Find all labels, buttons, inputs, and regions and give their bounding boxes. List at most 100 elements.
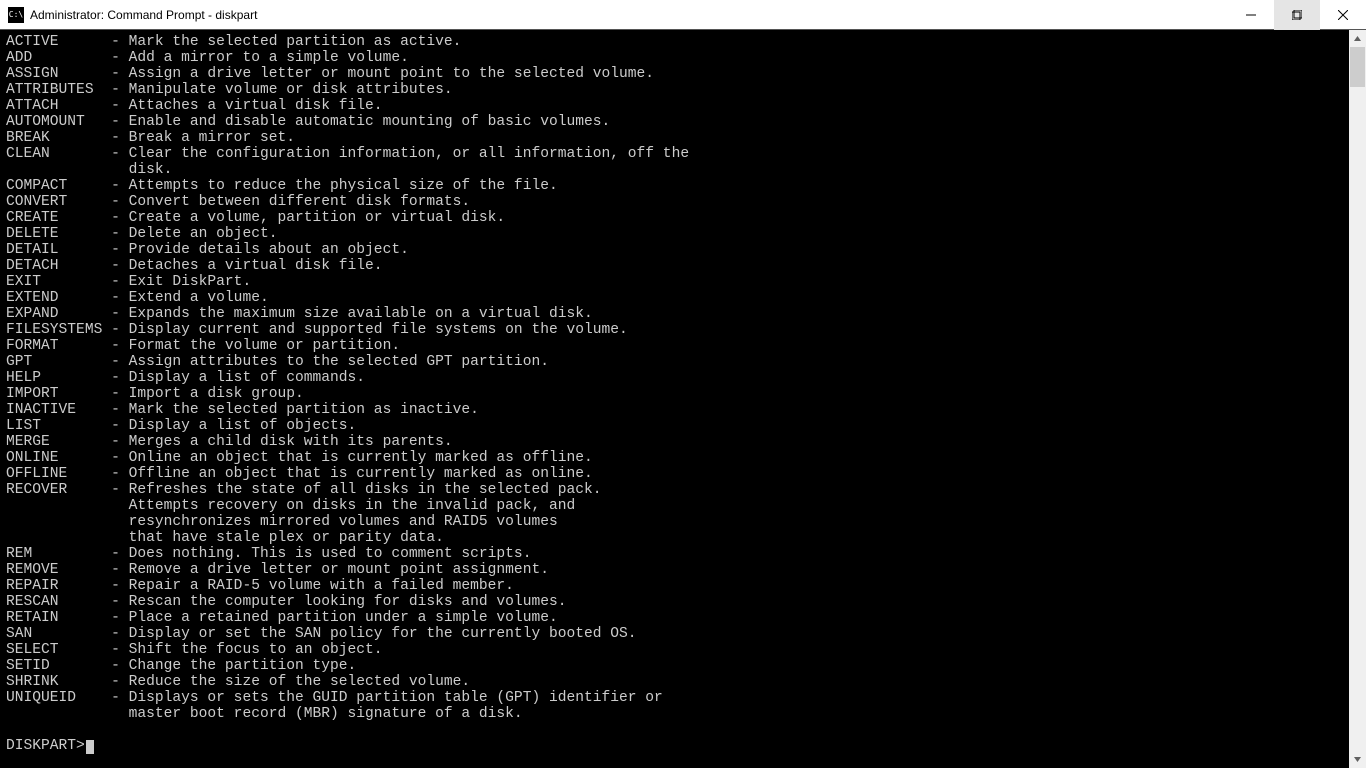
command-description: Repair a RAID-5 volume with a failed mem…: [129, 578, 514, 594]
command-name: RETAIN: [6, 610, 111, 626]
command-separator: -: [111, 210, 129, 226]
client-area: ACTIVE- Mark the selected partition as a…: [0, 30, 1366, 768]
command-row: ADD- Add a mirror to a simple volume.: [6, 50, 1349, 66]
command-separator: -: [111, 322, 129, 338]
command-name: FILESYSTEMS: [6, 322, 111, 338]
command-row: REM- Does nothing. This is used to comme…: [6, 546, 1349, 562]
command-name: SHRINK: [6, 674, 111, 690]
command-row: RETAIN- Place a retained partition under…: [6, 610, 1349, 626]
command-row: SETID- Change the partition type.: [6, 658, 1349, 674]
command-separator: -: [111, 274, 129, 290]
command-description: Display a list of commands.: [129, 370, 365, 386]
command-description: Enable and disable automatic mounting of…: [129, 114, 611, 130]
command-row: EXIT- Exit DiskPart.: [6, 274, 1349, 290]
prompt-line[interactable]: DISKPART>: [6, 738, 1349, 754]
command-name: REPAIR: [6, 578, 111, 594]
command-row: RECOVER- Refreshes the state of all disk…: [6, 482, 1349, 498]
command-row: EXTEND- Extend a volume.: [6, 290, 1349, 306]
command-row: UNIQUEID- Displays or sets the GUID part…: [6, 690, 1349, 706]
command-description: Detaches a virtual disk file.: [129, 258, 383, 274]
command-description: Remove a drive letter or mount point ass…: [129, 562, 549, 578]
command-separator: -: [111, 258, 129, 274]
command-name: AUTOMOUNT: [6, 114, 111, 130]
command-description: Delete an object.: [129, 226, 278, 242]
command-row: SHRINK- Reduce the size of the selected …: [6, 674, 1349, 690]
command-name: RESCAN: [6, 594, 111, 610]
scroll-track[interactable]: [1349, 47, 1366, 751]
command-separator: -: [111, 114, 129, 130]
command-name: LIST: [6, 418, 111, 434]
command-row: FORMAT- Format the volume or partition.: [6, 338, 1349, 354]
command-separator: -: [111, 610, 129, 626]
command-row: REMOVE- Remove a drive letter or mount p…: [6, 562, 1349, 578]
command-description: Clear the configuration information, or …: [129, 146, 690, 162]
command-name: CREATE: [6, 210, 111, 226]
titlebar[interactable]: C:\ Administrator: Command Prompt - disk…: [0, 0, 1366, 30]
command-description: Refreshes the state of all disks in the …: [129, 482, 602, 498]
command-separator: -: [111, 306, 129, 322]
cmd-icon: C:\: [8, 7, 24, 23]
command-separator: -: [111, 50, 129, 66]
command-name: COMPACT: [6, 178, 111, 194]
command-separator: -: [111, 658, 129, 674]
scroll-down-button[interactable]: [1349, 751, 1366, 768]
command-name: SELECT: [6, 642, 111, 658]
vertical-scrollbar[interactable]: [1349, 30, 1366, 768]
close-button[interactable]: [1320, 0, 1366, 30]
terminal-output[interactable]: ACTIVE- Mark the selected partition as a…: [0, 30, 1349, 768]
command-description-cont: that have stale plex or parity data.: [6, 530, 1349, 546]
scroll-thumb[interactable]: [1350, 47, 1365, 87]
command-description-cont: Attempts recovery on disks in the invali…: [6, 498, 1349, 514]
command-description: Break a mirror set.: [129, 130, 295, 146]
command-separator: -: [111, 434, 129, 450]
command-row: SELECT- Shift the focus to an object.: [6, 642, 1349, 658]
command-name: CONVERT: [6, 194, 111, 210]
command-row: LIST- Display a list of objects.: [6, 418, 1349, 434]
command-separator: -: [111, 194, 129, 210]
maximize-button[interactable]: [1274, 0, 1320, 30]
command-name: OFFLINE: [6, 466, 111, 482]
command-separator: -: [111, 130, 129, 146]
command-separator: -: [111, 354, 129, 370]
command-description: Online an object that is currently marke…: [129, 450, 593, 466]
command-separator: -: [111, 370, 129, 386]
command-description: Display or set the SAN policy for the cu…: [129, 626, 637, 642]
command-separator: -: [111, 594, 129, 610]
command-row: RESCAN- Rescan the computer looking for …: [6, 594, 1349, 610]
command-name: ATTRIBUTES: [6, 82, 111, 98]
command-description: Place a retained partition under a simpl…: [129, 610, 558, 626]
command-row: ATTRIBUTES- Manipulate volume or disk at…: [6, 82, 1349, 98]
command-row: AUTOMOUNT- Enable and disable automatic …: [6, 114, 1349, 130]
command-separator: -: [111, 66, 129, 82]
command-row: ONLINE- Online an object that is current…: [6, 450, 1349, 466]
command-description: Assign attributes to the selected GPT pa…: [129, 354, 549, 370]
command-row: SAN- Display or set the SAN policy for t…: [6, 626, 1349, 642]
minimize-button[interactable]: [1228, 0, 1274, 30]
command-description: Reduce the size of the selected volume.: [129, 674, 471, 690]
scroll-up-button[interactable]: [1349, 30, 1366, 47]
command-row: FILESYSTEMS- Display current and support…: [6, 322, 1349, 338]
command-name: DETAIL: [6, 242, 111, 258]
command-description: Displays or sets the GUID partition tabl…: [129, 690, 663, 706]
command-description: Format the volume or partition.: [129, 338, 401, 354]
command-name: FORMAT: [6, 338, 111, 354]
command-name: DELETE: [6, 226, 111, 242]
command-row: CONVERT- Convert between different disk …: [6, 194, 1349, 210]
command-separator: -: [111, 146, 129, 162]
command-separator: -: [111, 226, 129, 242]
window: C:\ Administrator: Command Prompt - disk…: [0, 0, 1366, 768]
command-separator: -: [111, 562, 129, 578]
command-separator: -: [111, 674, 129, 690]
command-name: INACTIVE: [6, 402, 111, 418]
command-name: SAN: [6, 626, 111, 642]
command-separator: -: [111, 402, 129, 418]
command-description-cont: resynchronizes mirrored volumes and RAID…: [6, 514, 1349, 530]
command-row: MERGE- Merges a child disk with its pare…: [6, 434, 1349, 450]
command-row: IMPORT- Import a disk group.: [6, 386, 1349, 402]
command-row: COMPACT- Attempts to reduce the physical…: [6, 178, 1349, 194]
command-row: CREATE- Create a volume, partition or vi…: [6, 210, 1349, 226]
command-description: Display a list of objects.: [129, 418, 357, 434]
command-name: ACTIVE: [6, 34, 111, 50]
command-description: Shift the focus to an object.: [129, 642, 383, 658]
command-description: Exit DiskPart.: [129, 274, 252, 290]
